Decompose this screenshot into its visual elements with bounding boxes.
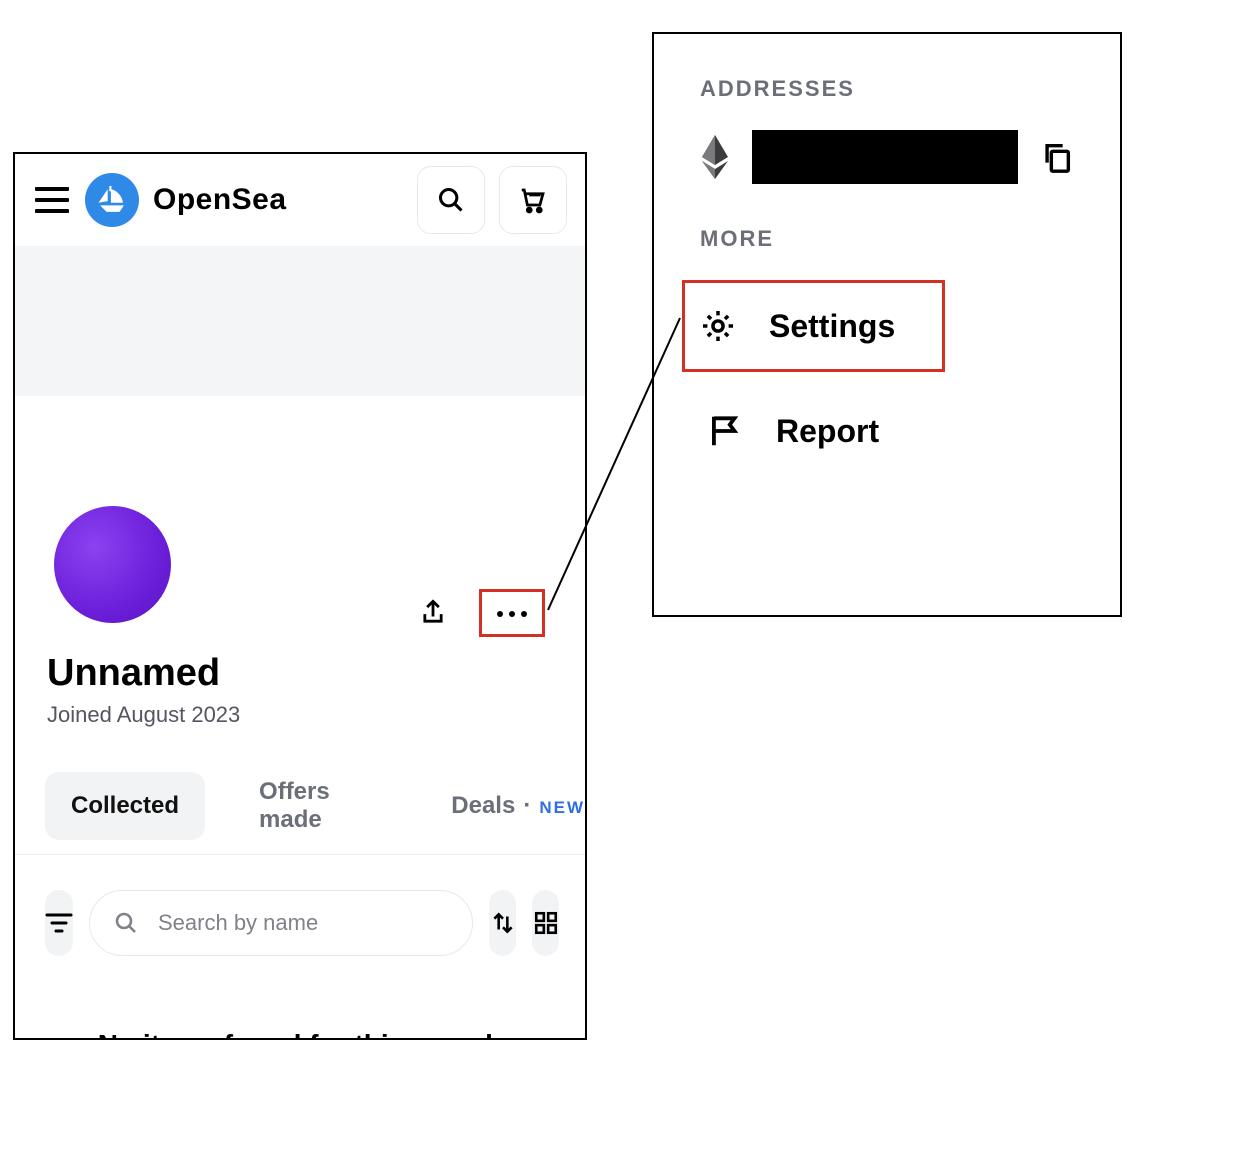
search-icon: [437, 186, 465, 214]
profile-banner: [15, 246, 585, 396]
tab-deals[interactable]: Deals · NEW: [451, 792, 585, 820]
share-button[interactable]: [419, 598, 447, 628]
address-row: [700, 130, 1090, 184]
addresses-section-title: ADDRESSES: [700, 76, 1090, 102]
search-field[interactable]: [89, 890, 473, 956]
avatar[interactable]: [50, 502, 175, 627]
tab-collected[interactable]: Collected: [45, 772, 205, 840]
new-badge: NEW: [539, 798, 585, 818]
profile-tabs: Collected Offers made Deals · NEW: [45, 758, 585, 854]
top-bar: OpenSea: [15, 154, 585, 246]
report-label: Report: [776, 413, 879, 450]
joined-date: Joined August 2023: [47, 702, 240, 728]
more-menu-callout: ADDRESSES MORE Settings Report: [652, 32, 1122, 617]
grid-view-button[interactable]: [532, 890, 559, 956]
grid-icon: [533, 910, 559, 936]
menu-button[interactable]: [33, 181, 71, 219]
opensea-profile-screen: OpenSea: [13, 152, 587, 1040]
settings-menu-item[interactable]: Settings: [682, 280, 945, 372]
profile-actions: [419, 589, 545, 637]
more-section-title: MORE: [700, 226, 1090, 252]
copy-address-button[interactable]: [1040, 140, 1074, 174]
filter-icon: [45, 912, 73, 934]
flag-icon: [706, 412, 744, 450]
settings-label: Settings: [769, 308, 895, 345]
search-icon: [114, 911, 138, 935]
report-menu-item[interactable]: Report: [692, 388, 1090, 474]
search-button[interactable]: [417, 166, 485, 234]
tab-deals-label: Deals: [451, 792, 515, 820]
profile-name: Unnamed: [47, 652, 220, 695]
more-button[interactable]: [479, 589, 545, 637]
wallet-address-redacted[interactable]: [752, 130, 1018, 184]
copy-icon: [1040, 140, 1074, 174]
hamburger-icon: [35, 187, 69, 213]
tab-offers-made[interactable]: Offers made: [233, 758, 423, 854]
more-icon: [490, 598, 534, 630]
sort-icon: [490, 910, 516, 936]
empty-state-message: No items found for this search: [15, 1029, 585, 1040]
sort-button[interactable]: [489, 890, 516, 956]
share-icon: [419, 598, 447, 628]
divider: [15, 854, 585, 855]
search-input[interactable]: [156, 909, 448, 937]
ethereum-icon: [700, 133, 730, 181]
gear-icon: [699, 307, 737, 345]
filter-search-row: [45, 890, 559, 956]
cart-button[interactable]: [499, 166, 567, 234]
dot-separator: ·: [523, 792, 531, 820]
brand-title: OpenSea: [153, 183, 287, 217]
cart-icon: [518, 185, 548, 215]
opensea-logo: [85, 173, 139, 227]
filter-button[interactable]: [45, 890, 73, 956]
